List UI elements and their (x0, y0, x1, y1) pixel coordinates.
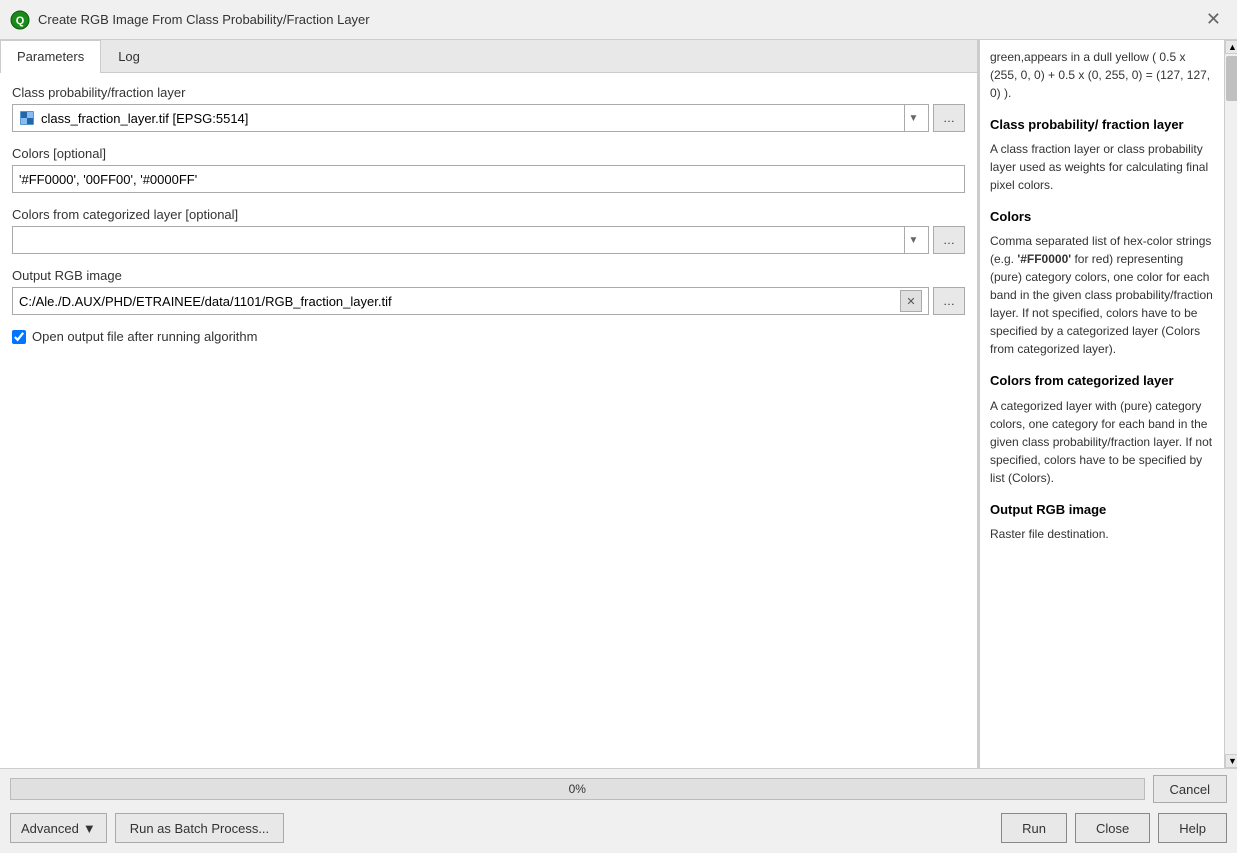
colors-from-layer-label: Colors from categorized layer [optional] (12, 207, 965, 222)
progress-label: 0% (569, 782, 586, 796)
help-colors-from-layer-title: Colors from categorized layer (990, 372, 1214, 390)
params-panel: Class probability/fraction layer (0, 73, 977, 768)
titlebar: Q Create RGB Image From Class Probabilit… (0, 0, 1237, 40)
help-colors-body: Comma separated list of hex-color string… (990, 232, 1214, 358)
bottom-area: 0% Cancel Advanced ▼ Run as Batch Proces… (0, 768, 1237, 853)
class-layer-combo[interactable]: class_fraction_layer.tif [EPSG:5514] ▼ (12, 104, 929, 132)
close-window-button[interactable]: ✕ (1200, 7, 1227, 32)
help-colors-title: Colors (990, 208, 1214, 226)
help-class-layer-body: A class fraction layer or class probabil… (990, 140, 1214, 194)
help-class-layer-title: Class probability/ fraction layer (990, 116, 1214, 134)
tab-parameters[interactable]: Parameters (0, 40, 101, 73)
tab-bar: Parameters Log (0, 40, 977, 73)
layer-icon (19, 110, 35, 126)
batch-process-button[interactable]: Run as Batch Process... (115, 813, 284, 843)
action-row: Advanced ▼ Run as Batch Process... Run C… (0, 809, 1237, 853)
advanced-arrow-icon: ▼ (83, 821, 96, 836)
help-output-rgb-title: Output RGB image (990, 501, 1214, 519)
help-content: green,appears in a dull yellow ( 0.5 x (… (990, 48, 1214, 543)
scroll-thumb[interactable] (1226, 56, 1237, 101)
right-panel-wrapper: green,appears in a dull yellow ( 0.5 x (… (978, 40, 1237, 768)
help-button[interactable]: Help (1158, 813, 1227, 843)
class-layer-browse-button[interactable]: … (933, 104, 965, 132)
output-rgb-group: Output RGB image C:/Ale./D.AUX/PHD/ETRAI… (12, 268, 965, 315)
run-button[interactable]: Run (1001, 813, 1067, 843)
help-output-rgb-body: Raster file destination. (990, 525, 1214, 543)
scroll-track (1225, 54, 1237, 754)
progress-bar-container: 0% (10, 778, 1145, 800)
colors-from-layer-dropdown-arrow[interactable]: ▼ (904, 227, 922, 253)
advanced-label: Advanced (21, 821, 79, 836)
help-intro: green,appears in a dull yellow ( 0.5 x (… (990, 48, 1214, 102)
colors-from-layer-group: Colors from categorized layer [optional]… (12, 207, 965, 254)
app-icon: Q (10, 10, 30, 30)
output-rgb-input-row: C:/Ale./D.AUX/PHD/ETRAINEE/data/1101/RGB… (12, 287, 965, 315)
svg-text:Q: Q (16, 15, 25, 27)
colors-from-layer-input-row: ▼ … (12, 226, 965, 254)
advanced-button[interactable]: Advanced ▼ (10, 813, 107, 843)
help-colors-from-layer-body: A categorized layer with (pure) category… (990, 397, 1214, 487)
colors-label: Colors [optional] (12, 146, 965, 161)
colors-from-layer-combo[interactable]: ▼ (12, 226, 929, 254)
output-rgb-path-text: C:/Ale./D.AUX/PHD/ETRAINEE/data/1101/RGB… (19, 294, 900, 309)
class-layer-label: Class probability/fraction layer (12, 85, 965, 100)
main-content: Parameters Log Class probability/fractio… (0, 40, 1237, 768)
output-rgb-path-box: C:/Ale./D.AUX/PHD/ETRAINEE/data/1101/RGB… (12, 287, 929, 315)
help-scrollbar[interactable]: ▲ ▼ (1224, 40, 1237, 768)
window-title: Create RGB Image From Class Probability/… (38, 12, 1200, 27)
scroll-down-button[interactable]: ▼ (1225, 754, 1237, 768)
colors-group: Colors [optional] (12, 146, 965, 193)
output-rgb-clear-button[interactable]: ✕ (900, 290, 922, 312)
close-button[interactable]: Close (1075, 813, 1150, 843)
colors-from-layer-browse-button[interactable]: … (933, 226, 965, 254)
class-layer-group: Class probability/fraction layer (12, 85, 965, 132)
class-layer-dropdown-arrow[interactable]: ▼ (904, 105, 922, 131)
class-layer-input-row: class_fraction_layer.tif [EPSG:5514] ▼ … (12, 104, 965, 132)
progress-row: 0% Cancel (0, 769, 1237, 809)
cancel-button[interactable]: Cancel (1153, 775, 1227, 803)
open-output-label[interactable]: Open output file after running algorithm (32, 329, 257, 344)
scroll-up-button[interactable]: ▲ (1225, 40, 1237, 54)
left-panel: Parameters Log Class probability/fractio… (0, 40, 978, 768)
class-layer-value: class_fraction_layer.tif [EPSG:5514] (41, 111, 248, 126)
tab-log[interactable]: Log (101, 40, 157, 72)
colors-input[interactable] (12, 165, 965, 193)
output-rgb-label: Output RGB image (12, 268, 965, 283)
help-panel: green,appears in a dull yellow ( 0.5 x (… (979, 40, 1224, 768)
open-output-row: Open output file after running algorithm (12, 329, 965, 344)
output-rgb-browse-button[interactable]: … (933, 287, 965, 315)
open-output-checkbox[interactable] (12, 330, 26, 344)
